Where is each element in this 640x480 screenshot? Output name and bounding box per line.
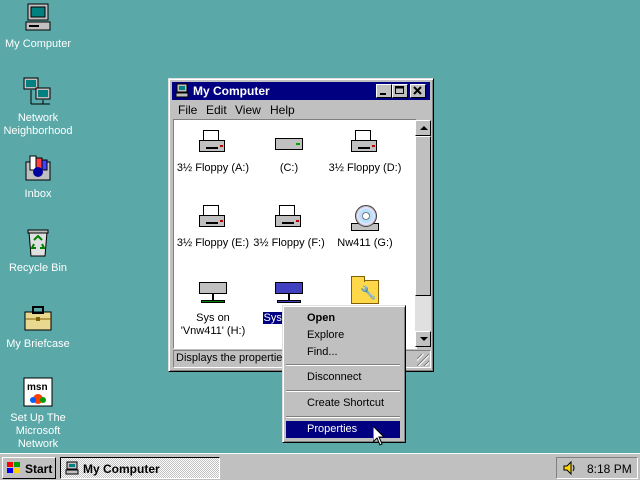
- floppy-drive-icon: [349, 126, 381, 158]
- drive-d[interactable]: 3½ Floppy (D:): [326, 126, 404, 175]
- clock[interactable]: 8:18 PM: [587, 462, 632, 476]
- network-neighborhood-icon: [22, 76, 54, 108]
- menu-file[interactable]: File: [178, 103, 197, 117]
- floppy-drive-icon: [197, 126, 229, 158]
- taskbar-button-my-computer[interactable]: My Computer: [60, 457, 220, 479]
- drive-label: Sys on 'Vnw411' (H:): [180, 312, 246, 337]
- menu-bar: File Edit View Help: [173, 101, 429, 119]
- arrow-up-icon: [420, 126, 428, 130]
- window-title-bar[interactable]: My Computer: [172, 82, 430, 100]
- briefcase-icon: [22, 302, 54, 334]
- drive-f[interactable]: 3½ Floppy (F:): [250, 201, 328, 250]
- floppy-drive-icon: [273, 201, 305, 233]
- mouse-pointer-icon: [373, 426, 385, 446]
- menu-item-disconnect[interactable]: Disconnect: [286, 369, 400, 386]
- drive-c[interactable]: (C:): [250, 126, 328, 175]
- desktop-icon-label: Inbox: [24, 188, 52, 200]
- desktop-icon-inbox[interactable]: Inbox: [0, 152, 76, 201]
- desktop-icon-my-computer[interactable]: My Computer: [0, 2, 76, 51]
- drive-label: 3½ Floppy (E:): [176, 237, 250, 249]
- drive-label: (C:): [279, 162, 299, 174]
- my-computer-icon[interactable]: [174, 83, 190, 99]
- taskbar: Start My Computer 8:18 PM: [0, 453, 640, 480]
- close-button[interactable]: [410, 84, 426, 98]
- my-computer-icon: [22, 2, 54, 34]
- control-panel-folder-icon: 🔧: [349, 276, 381, 308]
- desktop-icon-my-briefcase[interactable]: My Briefcase: [0, 302, 76, 351]
- menu-item-open[interactable]: Open: [286, 310, 400, 327]
- floppy-drive-icon: [197, 201, 229, 233]
- menu-help[interactable]: Help: [270, 103, 295, 117]
- system-tray: 8:18 PM: [556, 457, 638, 479]
- desktop-icon-network-neighborhood[interactable]: Network Neighborhood: [0, 76, 76, 138]
- menu-edit[interactable]: Edit: [206, 103, 227, 117]
- resize-grip[interactable]: [417, 354, 429, 366]
- menu-separator: [286, 416, 400, 418]
- arrow-down-icon: [420, 337, 428, 341]
- desktop-icon-label: Network Neighborhood: [3, 112, 73, 137]
- drive-g[interactable]: Nw411 (G:): [326, 201, 404, 250]
- maximize-button[interactable]: [392, 84, 408, 98]
- drive-a[interactable]: 3½ Floppy (A:): [174, 126, 252, 175]
- task-label: My Computer: [83, 462, 160, 476]
- menu-item-find[interactable]: Find...: [286, 344, 400, 361]
- drive-label: 3½ Floppy (F:): [253, 237, 325, 249]
- minimize-button[interactable]: [376, 84, 392, 98]
- drive-label: Nw411 (G:): [337, 237, 393, 249]
- drive-e[interactable]: 3½ Floppy (E:): [174, 201, 252, 250]
- menu-separator: [286, 364, 400, 366]
- vertical-scrollbar[interactable]: [415, 120, 431, 347]
- svg-text:msn: msn: [27, 382, 48, 393]
- context-menu: Open Explore Find... Disconnect Create S…: [282, 305, 406, 443]
- menu-item-create-shortcut[interactable]: Create Shortcut: [286, 395, 400, 412]
- my-computer-icon: [65, 461, 79, 475]
- speaker-icon[interactable]: [563, 460, 577, 476]
- drive-label: 3½ Floppy (A:): [176, 162, 250, 174]
- desktop-icon-label: My Computer: [4, 38, 72, 50]
- menu-separator: [286, 390, 400, 392]
- minimize-icon: [380, 93, 386, 95]
- recycle-bin-icon: [22, 226, 54, 258]
- start-button[interactable]: Start: [2, 457, 56, 479]
- close-icon: [413, 86, 422, 95]
- windows-logo-icon: [7, 462, 21, 474]
- window-title: My Computer: [193, 84, 270, 98]
- desktop-icon-label: My Briefcase: [6, 338, 70, 350]
- desktop-icon-label: Recycle Bin: [8, 262, 68, 274]
- scroll-up-button[interactable]: [415, 120, 431, 136]
- network-drive-icon: [273, 276, 305, 308]
- inbox-icon: [22, 152, 54, 184]
- desktop-icon-msn[interactable]: msn Set Up The Microsoft Network: [0, 376, 76, 451]
- msn-icon: msn: [22, 376, 54, 408]
- maximize-icon: [395, 86, 404, 94]
- desktop-icon-label: Set Up The Microsoft Network: [10, 412, 66, 450]
- drive-h[interactable]: Sys on 'Vnw411' (H:): [174, 276, 252, 338]
- cd-drive-icon: [349, 201, 381, 233]
- menu-item-explore[interactable]: Explore: [286, 327, 400, 344]
- start-label: Start: [25, 462, 53, 476]
- scroll-thumb[interactable]: [415, 136, 431, 296]
- network-drive-icon: [197, 276, 229, 308]
- drive-label: 3½ Floppy (D:): [328, 162, 402, 174]
- menu-view[interactable]: View: [235, 103, 261, 117]
- status-text: Displays the properties: [176, 352, 288, 364]
- scroll-down-button[interactable]: [415, 331, 431, 347]
- desktop-icon-recycle-bin[interactable]: Recycle Bin: [0, 226, 76, 275]
- hard-drive-icon: [273, 126, 305, 158]
